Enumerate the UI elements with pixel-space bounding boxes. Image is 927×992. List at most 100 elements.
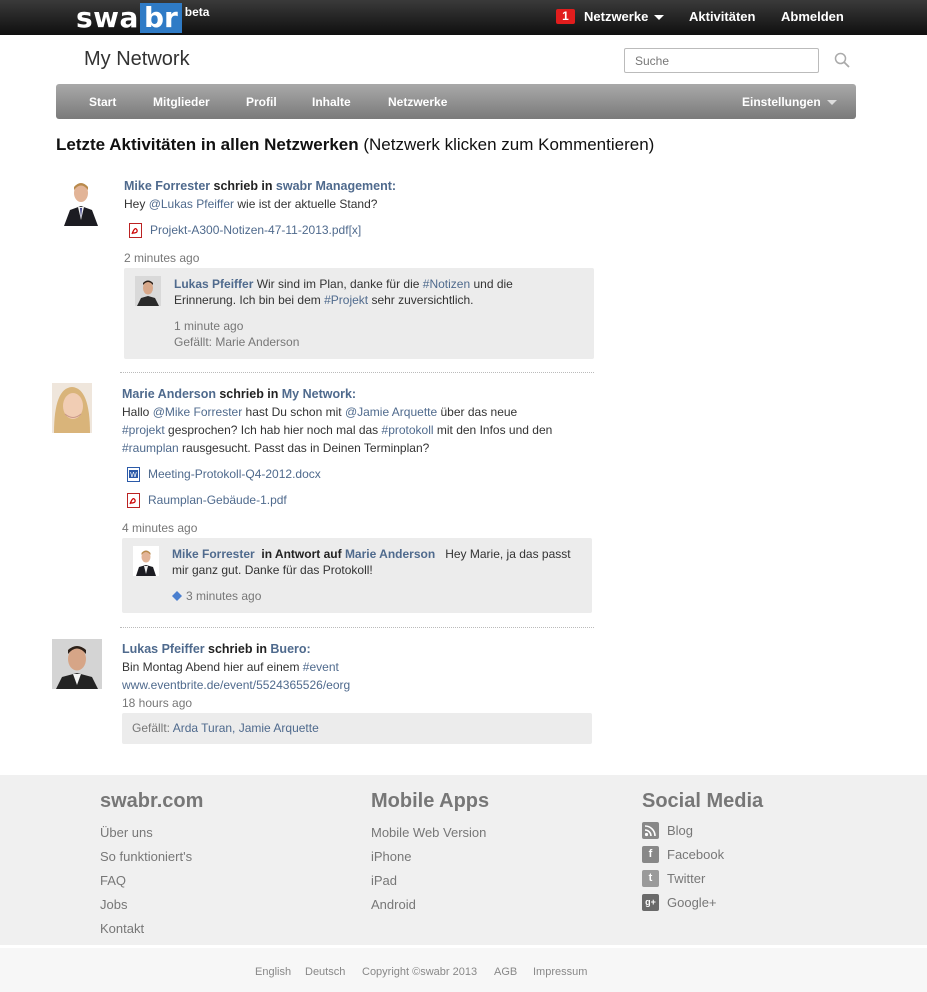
networks-menu[interactable]: Netzwerke bbox=[584, 9, 665, 24]
hashtag-link[interactable]: #Notizen bbox=[423, 277, 470, 291]
post-network-link[interactable]: Buero: bbox=[270, 642, 310, 656]
hashtag-link[interactable]: #raumplan bbox=[122, 441, 179, 455]
attachment-item[interactable]: W Meeting-Protokoll-Q4-2012.docx bbox=[127, 465, 321, 483]
logout-link[interactable]: Abmelden bbox=[781, 9, 844, 24]
footer-link[interactable]: Android bbox=[371, 897, 416, 912]
comment-timestamp: 3 minutes ago bbox=[186, 589, 262, 603]
imprint-link[interactable]: Impressum bbox=[533, 966, 587, 978]
attachment-link[interactable]: Meeting-Protokoll-Q4-2012.docx bbox=[148, 467, 321, 481]
attachment-item[interactable]: Projekt-A300-Notizen-47-11-2013.pdf[x] bbox=[129, 221, 361, 239]
mention-link[interactable]: @Jamie Arquette bbox=[345, 405, 437, 419]
logo-text-part2: br bbox=[139, 3, 182, 33]
footer-link[interactable]: Jobs bbox=[100, 897, 127, 912]
likes-text: Gefällt: Arda Turan, Jamie Arquette bbox=[132, 719, 319, 737]
avatar-mike-forrester[interactable] bbox=[133, 546, 159, 576]
post-network-link[interactable]: My Network: bbox=[282, 387, 356, 401]
mention-link[interactable]: @Lukas Pfeiffer bbox=[149, 197, 234, 211]
twitter-icon: t bbox=[642, 870, 659, 888]
post-divider bbox=[120, 372, 594, 373]
post-divider bbox=[120, 627, 594, 628]
post-text: Hey @Lukas Pfeiffer wie ist der aktuelle… bbox=[124, 195, 377, 213]
attachment-link[interactable]: Raumplan-Gebäude-1.pdf bbox=[148, 493, 287, 507]
likes-box: Gefällt: Arda Turan, Jamie Arquette bbox=[122, 713, 592, 744]
footer-social-label: Google+ bbox=[667, 895, 717, 910]
footer-social-google-plus[interactable]: g+ Google+ bbox=[642, 894, 717, 912]
footer-link[interactable]: Mobile Web Version bbox=[371, 825, 486, 840]
notification-count-badge[interactable]: 1 bbox=[556, 9, 575, 24]
comment-likes: Gefällt: Marie Anderson bbox=[174, 335, 300, 349]
post-text-part: hast Du schon mit bbox=[242, 405, 345, 419]
post-header: Marie Anderson schrieb in My Network: bbox=[122, 385, 356, 403]
swabr-logo[interactable]: swa br beta bbox=[76, 3, 209, 33]
logo-text-part1: swa bbox=[76, 1, 139, 34]
facebook-icon: f bbox=[642, 846, 659, 864]
post-network-link[interactable]: swabr Management: bbox=[276, 179, 396, 193]
url-link[interactable]: www.eventbrite.de/event/5524365526/eorg bbox=[122, 676, 350, 694]
language-english-link[interactable]: English bbox=[255, 966, 291, 978]
search-input[interactable] bbox=[624, 48, 819, 73]
nav-item-start[interactable]: Start bbox=[89, 95, 116, 109]
nav-item-content[interactable]: Inhalte bbox=[312, 95, 351, 109]
footer-social-facebook[interactable]: f Facebook bbox=[642, 846, 725, 864]
reply-to-link[interactable]: Marie Anderson bbox=[345, 547, 435, 561]
footer-social-twitter[interactable]: t Twitter bbox=[642, 870, 705, 888]
comment-author-link[interactable]: Lukas Pfeiffer bbox=[174, 277, 253, 291]
footer-link[interactable]: FAQ bbox=[100, 873, 126, 888]
avatar-lukas-pfeiffer[interactable] bbox=[135, 276, 161, 306]
comment-text-part: Wir sind im Plan, danke für die bbox=[253, 277, 423, 291]
post-text-part: Bin Montag Abend hier auf einem bbox=[122, 660, 303, 674]
post-author-link[interactable]: Marie Anderson bbox=[122, 387, 216, 401]
settings-menu-label: Einstellungen bbox=[742, 95, 821, 109]
footer: swabr.com Über uns So funktioniert's FAQ… bbox=[0, 775, 927, 945]
nav-item-profile[interactable]: Profil bbox=[246, 95, 277, 109]
comment-text: Lukas Pfeiffer Wir sind im Plan, danke f… bbox=[174, 276, 513, 292]
nav-item-members[interactable]: Mitglieder bbox=[153, 95, 210, 109]
settings-menu[interactable]: Einstellungen bbox=[742, 95, 837, 109]
reply-label: in Antwort auf bbox=[261, 547, 342, 561]
footer-social-label: Blog bbox=[667, 823, 694, 838]
post-author-link[interactable]: Mike Forrester bbox=[124, 179, 210, 193]
search-icon[interactable] bbox=[834, 52, 850, 68]
chevron-down-icon bbox=[826, 100, 837, 106]
attachment-link[interactable]: Projekt-A300-Notizen-47-11-2013.pdf bbox=[150, 223, 349, 237]
rss-icon bbox=[642, 822, 659, 840]
post-author-link[interactable]: Lukas Pfeiffer bbox=[122, 642, 205, 656]
activity-heading-hint: (Netzwerk klicken zum Kommentieren) bbox=[363, 135, 655, 154]
footer-social-blog[interactable]: Blog bbox=[642, 822, 694, 840]
attachment-remove[interactable]: [x] bbox=[349, 223, 362, 237]
avatar-lukas-pfeiffer[interactable] bbox=[52, 639, 102, 689]
hashtag-link[interactable]: #Projekt bbox=[324, 293, 368, 307]
post-verb: schrieb in bbox=[213, 179, 273, 193]
comment-author-link[interactable]: Mike Forrester bbox=[172, 547, 255, 561]
avatar-mike-forrester[interactable] bbox=[56, 176, 106, 226]
comment-text-part: und die bbox=[470, 277, 513, 291]
bottom-bar: English Deutsch Copyright ©swabr 2013 AG… bbox=[0, 948, 927, 992]
activities-link[interactable]: Aktivitäten bbox=[689, 9, 755, 24]
language-german-link[interactable]: Deutsch bbox=[305, 966, 345, 978]
footer-link[interactable]: iPhone bbox=[371, 849, 411, 864]
terms-link[interactable]: AGB bbox=[494, 966, 517, 978]
comment-text-part: Hey Marie, ja das passt bbox=[445, 547, 571, 561]
footer-link[interactable]: Über uns bbox=[100, 825, 153, 840]
mention-link[interactable]: @Mike Forrester bbox=[153, 405, 243, 419]
pdf-file-icon bbox=[129, 223, 142, 239]
footer-link[interactable]: So funktioniert's bbox=[100, 849, 192, 864]
likes-names-link[interactable]: Arda Turan, Jamie Arquette bbox=[173, 721, 319, 735]
comment-timestamp-row: 3 minutes ago bbox=[172, 587, 261, 605]
page-title: My Network bbox=[84, 48, 190, 70]
footer-social-label: Facebook bbox=[667, 847, 725, 862]
post-text-line3: #raumplan rausgesucht. Passt das in Dein… bbox=[122, 439, 429, 457]
footer-link[interactable]: iPad bbox=[371, 873, 397, 888]
hashtag-link[interactable]: #projekt bbox=[122, 423, 165, 437]
hashtag-link[interactable]: #protokoll bbox=[382, 423, 434, 437]
comment-text: Mike Forrester in Antwort auf Marie Ande… bbox=[172, 546, 571, 562]
new-indicator-icon bbox=[172, 591, 182, 601]
post-header: Mike Forrester schrieb in swabr Manageme… bbox=[124, 177, 396, 195]
nav-item-networks[interactable]: Netzwerke bbox=[388, 95, 447, 109]
attachment-item[interactable]: Raumplan-Gebäude-1.pdf bbox=[127, 491, 287, 509]
chevron-down-icon bbox=[654, 15, 665, 21]
avatar-marie-anderson[interactable] bbox=[52, 383, 102, 433]
word-file-icon: W bbox=[127, 467, 140, 483]
hashtag-link[interactable]: #event bbox=[303, 660, 339, 674]
footer-link[interactable]: Kontakt bbox=[100, 921, 144, 936]
